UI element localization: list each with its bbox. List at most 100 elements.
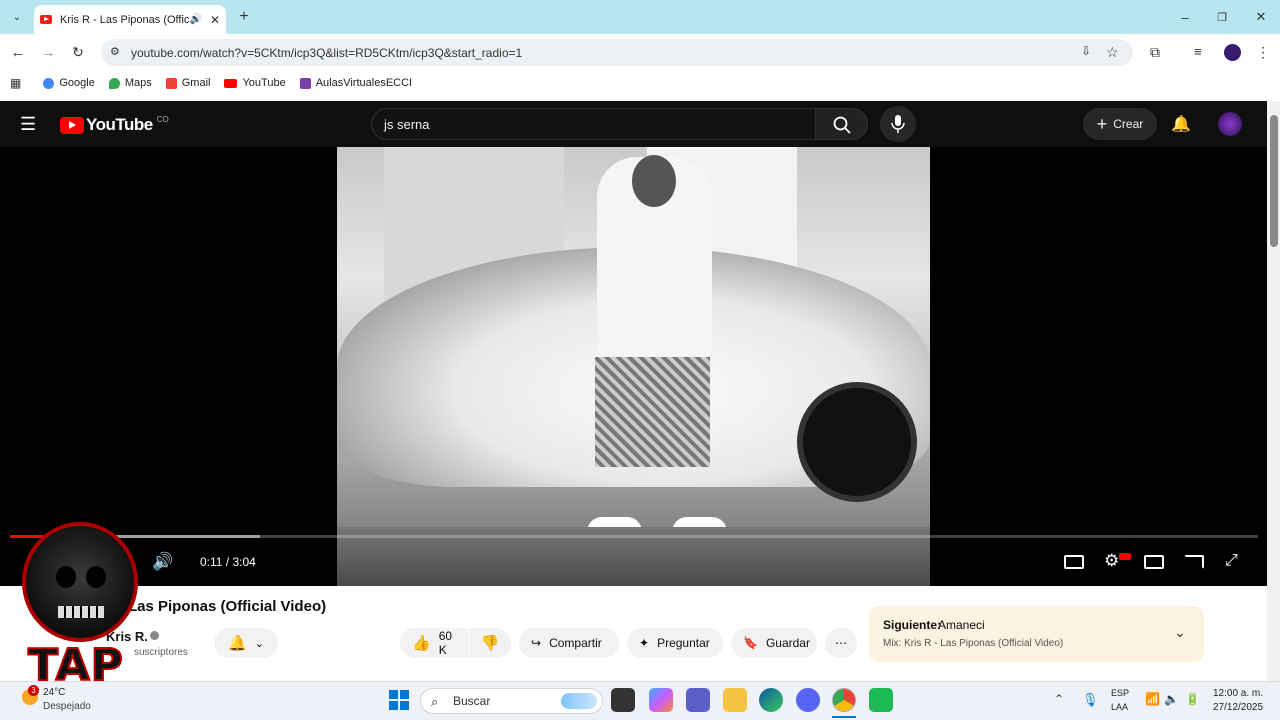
- up-next-card[interactable]: Siguiente: Amaneci Mix: Kris R - Las Pip…: [869, 606, 1204, 662]
- youtube-wordmark: YouTube: [86, 115, 153, 134]
- subscribe-notify-button[interactable]: 🔔 ⌄: [214, 628, 278, 658]
- new-tab-icon[interactable]: +: [235, 8, 253, 25]
- account-avatar[interactable]: [1218, 112, 1242, 136]
- bookmark-gmail[interactable]: Gmail: [165, 77, 211, 89]
- edge-icon[interactable]: [759, 688, 783, 712]
- chevron-down-icon: ⌄: [254, 637, 264, 650]
- search-highlight-icon: [561, 693, 597, 709]
- url-text: youtube.com/watch?v=5CKtm/icp3Q&list=RD5…: [131, 45, 523, 60]
- tray-mic-icon[interactable]: 🎙: [1082, 692, 1099, 708]
- chrome-menu-icon[interactable]: ⋮: [1256, 44, 1270, 61]
- app-green-icon[interactable]: [869, 688, 893, 712]
- search-input[interactable]: js serna: [371, 108, 816, 140]
- file-explorer-icon[interactable]: [723, 688, 747, 712]
- bookmark-star-icon[interactable]: ☆: [1106, 44, 1119, 61]
- save-label: Guardar: [765, 636, 810, 650]
- tab-strip: ⌄ Kris R - Las Piponas (Officia 🔊 ✕ + – …: [0, 0, 1280, 34]
- skull-teeth: [58, 606, 104, 618]
- windows-start-icon[interactable]: [389, 690, 409, 710]
- youtube-icon: [224, 78, 238, 88]
- copilot-icon[interactable]: [649, 688, 673, 712]
- video-frame[interactable]: [337, 147, 930, 586]
- bookmark-label: Google: [59, 77, 95, 89]
- fullscreen-icon[interactable]: ⤢: [1225, 552, 1238, 570]
- dislike-button[interactable]: 👎: [469, 628, 511, 658]
- ask-button[interactable]: ✦ Preguntar: [627, 628, 723, 658]
- tab-close-icon[interactable]: ✕: [210, 13, 220, 27]
- person-shorts: [595, 357, 710, 467]
- battery-icon[interactable]: 🔋: [1185, 692, 1200, 706]
- maps-pin-icon: [108, 77, 120, 89]
- search-icon: ⌕: [431, 694, 439, 709]
- car-wheel: [797, 382, 917, 502]
- skull-eye: [86, 566, 106, 588]
- tray-overflow-chevron-icon[interactable]: ⌃: [1054, 692, 1064, 706]
- up-next-mix: Mix: Kris R - Las Piponas (Official Vide…: [883, 638, 1064, 649]
- active-app-indicator: [832, 716, 856, 718]
- forward-icon[interactable]: →: [39, 44, 57, 61]
- lang-bottom: LAA: [1111, 702, 1129, 712]
- share-label: Compartir: [549, 636, 602, 650]
- bookmark-label: Gmail: [181, 77, 211, 89]
- weather-temp: 24°C: [43, 687, 66, 698]
- create-button[interactable]: + Crear: [1083, 108, 1157, 140]
- scrollbar-thumb[interactable]: [1270, 115, 1278, 247]
- chevron-down-icon[interactable]: ⌄: [1174, 624, 1186, 641]
- task-view-icon[interactable]: [611, 688, 635, 712]
- weather-badge: 3: [28, 685, 39, 696]
- like-button[interactable]: 👍 60 K: [400, 628, 468, 658]
- apps-grid-icon[interactable]: ▦: [10, 76, 21, 90]
- clock-time[interactable]: 12:00 a. m.: [1213, 688, 1263, 699]
- cast-icon[interactable]: [1184, 555, 1204, 569]
- profile-avatar[interactable]: [1224, 44, 1241, 61]
- media-control-icon[interactable]: ≡: [1194, 44, 1202, 59]
- minimize-icon[interactable]: –: [1176, 9, 1194, 25]
- reload-icon[interactable]: ↻: [69, 44, 87, 60]
- youtube-logo[interactable]: YouTube CO: [60, 115, 169, 135]
- sparkle-icon: ✦: [639, 636, 650, 650]
- voice-search-button[interactable]: [880, 106, 916, 142]
- search-value: js serna: [384, 116, 430, 132]
- notifications-bell-icon[interactable]: 🔔: [1171, 114, 1191, 134]
- hd-badge: [1119, 553, 1131, 560]
- wifi-icon[interactable]: 📶: [1145, 692, 1160, 706]
- skull-eye: [56, 566, 76, 588]
- back-icon[interactable]: ←: [9, 44, 27, 61]
- bell-icon: 🔔: [228, 635, 247, 652]
- save-button[interactable]: 🔖 Guardar: [731, 628, 817, 658]
- extensions-icon[interactable]: ⧉: [1150, 44, 1160, 61]
- search-button[interactable]: [815, 108, 868, 140]
- volume-icon[interactable]: 🔊: [152, 552, 173, 572]
- tab-audio-icon[interactable]: 🔊: [189, 14, 201, 25]
- skull-logo-overlay: [22, 522, 138, 642]
- site-info-icon[interactable]: ⚙: [110, 45, 120, 58]
- install-app-icon[interactable]: ⇩: [1081, 44, 1091, 58]
- hamburger-menu-icon[interactable]: ☰: [20, 114, 36, 135]
- video-title: Las Piponas (Official Video): [128, 598, 327, 615]
- lang-top[interactable]: ESP: [1111, 688, 1129, 698]
- bookmark-youtube[interactable]: YouTube: [224, 77, 286, 89]
- subtitles-icon[interactable]: [1064, 555, 1084, 569]
- settings-gear-icon[interactable]: ⚙: [1104, 551, 1119, 571]
- discord-icon[interactable]: [796, 688, 820, 712]
- bookmark-google[interactable]: Google: [43, 77, 95, 89]
- speaker-icon[interactable]: 🔈: [1164, 692, 1179, 706]
- tab-search-chevron-icon[interactable]: ⌄: [8, 9, 26, 25]
- window-close-icon[interactable]: ✕: [1252, 9, 1270, 25]
- chrome-icon[interactable]: [832, 688, 856, 712]
- theater-mode-icon[interactable]: [1144, 555, 1164, 569]
- bookmark-maps[interactable]: Maps: [108, 77, 152, 89]
- address-bar[interactable]: ⚙ youtube.com/watch?v=5CKtm/icp3Q&list=R…: [101, 39, 1133, 66]
- bookmark-aulas[interactable]: AulasVirtualesECCI: [299, 77, 412, 89]
- taskbar-search-input[interactable]: ⌕ Buscar: [420, 688, 603, 714]
- tab-title: Kris R - Las Piponas (Officia: [60, 13, 190, 26]
- browser-tab[interactable]: Kris R - Las Piponas (Officia 🔊 ✕: [34, 5, 226, 34]
- share-button[interactable]: ↪ Compartir: [519, 628, 619, 658]
- restore-icon[interactable]: ❐: [1213, 9, 1231, 25]
- teams-icon[interactable]: [686, 688, 710, 712]
- bookmark-label: YouTube: [242, 77, 286, 89]
- up-next-title: Amaneci: [938, 618, 985, 632]
- more-actions-button[interactable]: ⋯: [825, 628, 857, 658]
- share-arrow-icon: ↪: [531, 636, 542, 650]
- like-count: 60 K: [438, 629, 453, 657]
